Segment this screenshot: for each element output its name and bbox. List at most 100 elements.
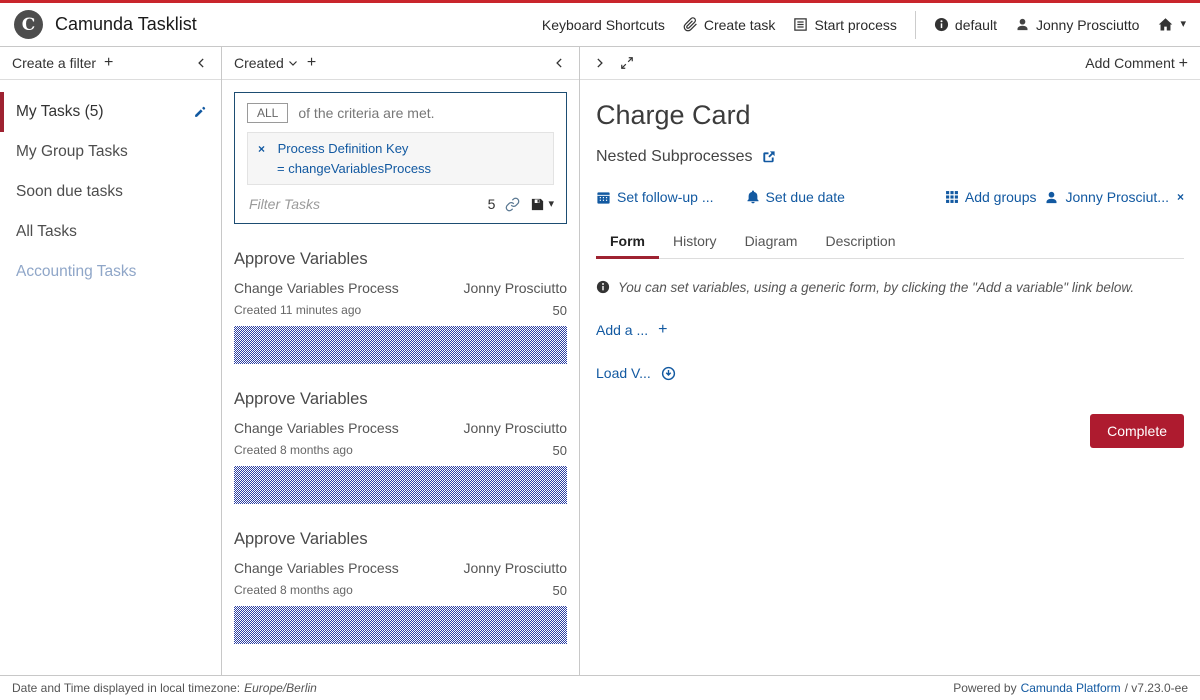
criteria-tag: × Process Definition Key = changeVariabl…: [247, 132, 554, 185]
process-list-icon: [793, 17, 808, 32]
remove-criterion-icon[interactable]: ×: [258, 142, 265, 156]
sidebar-item-all-tasks[interactable]: All Tasks: [0, 212, 221, 252]
calendar-icon: [596, 190, 611, 205]
timezone-info: Date and Time displayed in local timezon…: [12, 681, 317, 695]
sidebar-header: Create a filter +: [0, 47, 221, 80]
start-process-button[interactable]: Start process: [793, 17, 896, 33]
filter-criteria-box: ALL of the criteria are met. × Process D…: [234, 92, 567, 224]
filters-sidebar: Create a filter + My Tasks (5) My Group …: [0, 47, 222, 675]
filter-list: My Tasks (5) My Group Tasks Soon due tas…: [0, 92, 221, 292]
person-icon: [1044, 190, 1059, 205]
plus-icon[interactable]: +: [658, 322, 667, 338]
tab-history[interactable]: History: [659, 227, 731, 259]
task-process: Change Variables Process: [234, 560, 399, 576]
task-priority: 50: [553, 303, 567, 318]
task-list-header: Created +: [222, 47, 579, 80]
task-created: Created 8 months ago: [234, 583, 353, 598]
task-priority: 50: [553, 583, 567, 598]
person-icon: [1015, 17, 1030, 32]
task-assignee: Jonny Prosciutto: [464, 420, 568, 436]
fullscreen-icon[interactable]: [620, 56, 634, 70]
task-list-column: Created + ALL of the criteria are met. ×…: [222, 47, 580, 675]
copy-link-icon[interactable]: [505, 197, 520, 212]
task-list-item[interactable]: Approve Variables Change Variables Proce…: [222, 376, 579, 504]
task-created: Created 11 minutes ago: [234, 303, 361, 318]
process-definition-name: Nested Subprocesses: [596, 148, 753, 166]
match-type-badge[interactable]: ALL: [247, 103, 288, 123]
powered-by: Powered by Camunda Platform / v7.23.0-ee: [953, 681, 1188, 695]
bell-icon: [746, 190, 760, 204]
add-variable-row: Add a ... +: [596, 322, 1184, 338]
task-placeholder-pattern: [234, 326, 567, 364]
plus-icon: +: [1179, 55, 1188, 72]
criterion-name-link[interactable]: Process Definition Key: [278, 141, 409, 156]
download-circle-icon[interactable]: [661, 366, 676, 381]
camunda-platform-link[interactable]: Camunda Platform: [1021, 681, 1121, 695]
filter-tasks-input[interactable]: [247, 195, 478, 213]
timezone-value: Europe/Berlin: [244, 681, 317, 695]
task-list: Approve Variables Change Variables Proce…: [222, 236, 579, 656]
tab-description[interactable]: Description: [811, 227, 909, 259]
load-variables-row: Load V...: [596, 365, 1184, 381]
task-list-item[interactable]: Approve Variables Change Variables Proce…: [222, 236, 579, 364]
form-info-text: You can set variables, using a generic f…: [618, 280, 1134, 295]
tab-form[interactable]: Form: [596, 227, 659, 259]
external-link-icon[interactable]: [761, 150, 776, 165]
criteria-match-row: ALL of the criteria are met.: [247, 103, 554, 123]
remove-assignee-icon[interactable]: ×: [1177, 190, 1184, 204]
sidebar-item-soon-due-tasks[interactable]: Soon due tasks: [0, 172, 221, 212]
home-icon: [1157, 16, 1174, 33]
sort-by-created-dropdown[interactable]: Created: [234, 55, 299, 71]
load-variables-link[interactable]: Load V...: [596, 365, 651, 381]
task-count: 5: [488, 196, 496, 212]
save-filter-button[interactable]: ▾: [530, 197, 554, 212]
task-name: Approve Variables: [234, 250, 567, 269]
sidebar-item-my-tasks[interactable]: My Tasks (5): [0, 92, 221, 132]
complete-button[interactable]: Complete: [1090, 414, 1184, 448]
create-filter-link[interactable]: Create a filter: [12, 55, 96, 71]
groups-grid-icon: [945, 190, 959, 204]
home-menu[interactable]: ▾: [1157, 16, 1186, 33]
add-variable-link[interactable]: Add a ...: [596, 322, 648, 338]
set-follow-up-link[interactable]: Set follow-up ...: [596, 189, 714, 205]
plus-icon[interactable]: +: [104, 55, 113, 71]
paperclip-icon: [683, 17, 698, 32]
app-title: Camunda Tasklist: [55, 14, 197, 35]
assignment-actions: Add groups Jonny Prosciut... ×: [945, 189, 1184, 205]
assignee-link[interactable]: Jonny Prosciut...: [1044, 189, 1169, 205]
keyboard-shortcuts-link[interactable]: Keyboard Shortcuts: [542, 17, 665, 33]
add-sort-icon[interactable]: +: [307, 55, 316, 71]
create-task-button[interactable]: Create task: [683, 17, 776, 33]
tab-diagram[interactable]: Diagram: [731, 227, 812, 259]
task-placeholder-pattern: [234, 606, 567, 644]
edit-filter-icon[interactable]: [192, 105, 207, 120]
task-list-item[interactable]: Approve Variables Change Variables Proce…: [222, 516, 579, 644]
user-menu[interactable]: Jonny Prosciutto: [1015, 17, 1140, 33]
sidebar-item-my-group-tasks[interactable]: My Group Tasks: [0, 132, 221, 172]
task-assignee: Jonny Prosciutto: [464, 560, 568, 576]
collapse-sidebar-icon[interactable]: [195, 56, 209, 70]
set-due-date-link[interactable]: Set due date: [746, 189, 845, 205]
add-comment-button[interactable]: Add Comment +: [1085, 55, 1188, 72]
camunda-logo: C: [14, 10, 43, 39]
task-actions-row: Set follow-up ... Set due date Add group…: [596, 189, 1184, 205]
info-icon: [934, 17, 949, 32]
task-placeholder-pattern: [234, 466, 567, 504]
main-layout: Create a filter + My Tasks (5) My Group …: [0, 47, 1200, 675]
task-detail-panel: Add Comment + Charge Card Nested Subproc…: [580, 47, 1200, 675]
sidebar-item-accounting-tasks[interactable]: Accounting Tasks: [0, 252, 221, 292]
add-groups-link[interactable]: Add groups: [945, 189, 1037, 205]
task-detail-header: Add Comment +: [580, 47, 1200, 80]
collapse-task-list-icon[interactable]: [553, 56, 567, 70]
process-definition-row: Nested Subprocesses: [596, 148, 1184, 166]
task-process: Change Variables Process: [234, 420, 399, 436]
engine-selector[interactable]: default: [934, 17, 997, 33]
detail-tabs: Form History Diagram Description: [596, 227, 1184, 259]
task-priority: 50: [553, 443, 567, 458]
task-name: Approve Variables: [234, 530, 567, 549]
filter-search-row: 5 ▾: [247, 195, 554, 213]
form-info-row: You can set variables, using a generic f…: [596, 280, 1184, 295]
task-assignee: Jonny Prosciutto: [464, 280, 568, 296]
expand-task-list-icon[interactable]: [592, 56, 606, 70]
criterion-value-link[interactable]: = changeVariablesProcess: [277, 159, 543, 179]
